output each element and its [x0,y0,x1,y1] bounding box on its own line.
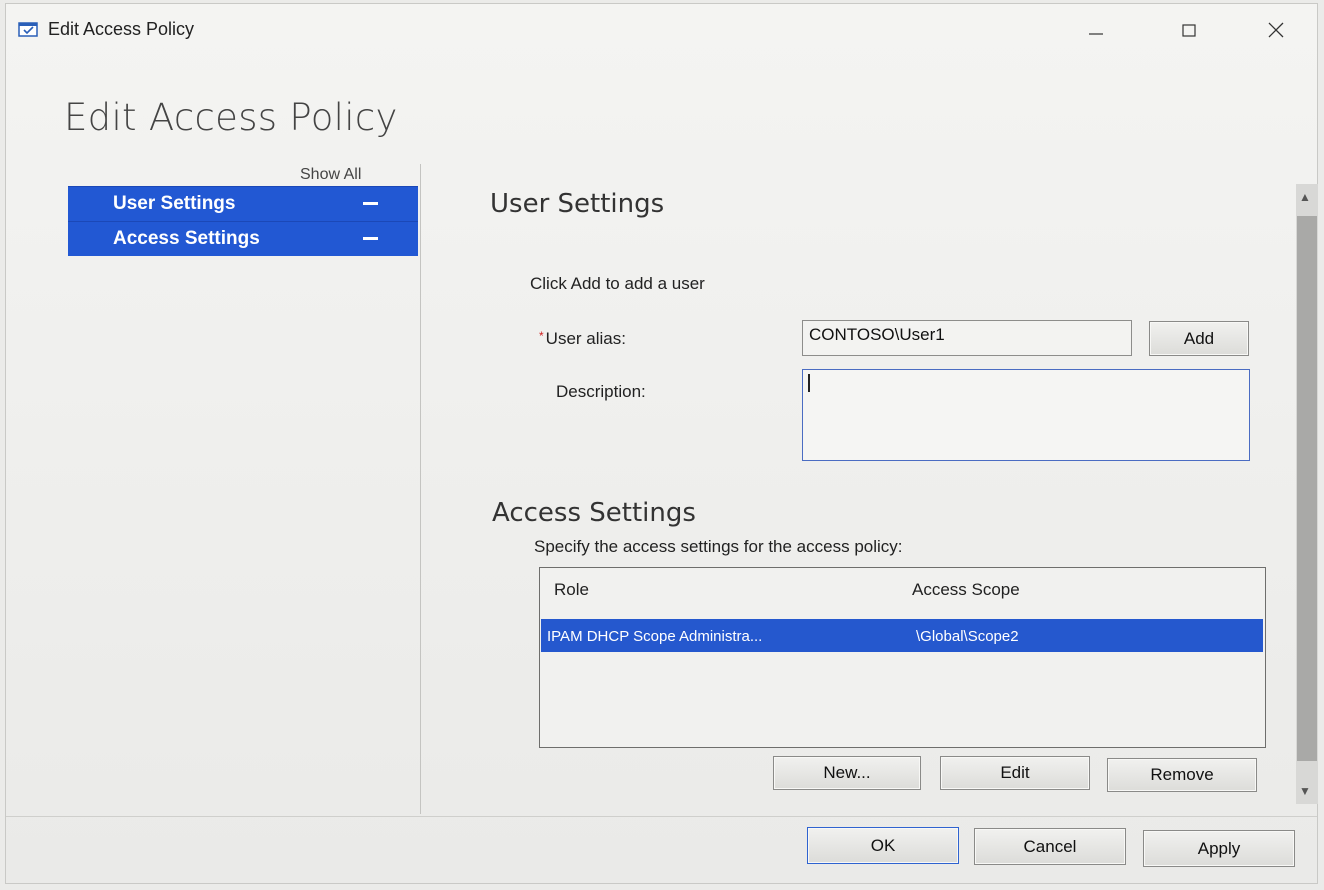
maximize-icon [1181,22,1197,38]
apply-button[interactable]: Apply [1143,830,1295,867]
new-button[interactable]: New... [773,756,921,790]
page-heading: Edit Access Policy [64,96,398,139]
column-header-role[interactable]: Role [554,580,589,600]
description-field[interactable] [802,369,1250,461]
required-marker: * [539,329,544,343]
window-title: Edit Access Policy [48,19,195,39]
nav-item-label: Access Settings [113,228,260,249]
policy-window-icon [18,20,40,38]
footer-separator [6,816,1317,817]
minimize-icon [1088,22,1104,38]
access-table: Role Access Scope IPAM DHCP Scope Admini… [539,567,1266,748]
access-settings-title: Access Settings [492,498,696,528]
close-button[interactable] [1254,10,1298,50]
user-settings-title: User Settings [490,189,665,219]
close-icon [1267,21,1285,39]
scroll-up-icon[interactable]: ▲ [1299,190,1311,204]
remove-button[interactable]: Remove [1107,758,1257,792]
scroll-down-icon[interactable]: ▼ [1299,784,1311,798]
collapse-icon[interactable] [363,202,378,205]
nav-item-access-settings[interactable]: Access Settings [68,221,418,256]
table-row[interactable]: IPAM DHCP Scope Administra... \Global\Sc… [541,619,1263,652]
settings-nav: User Settings Access Settings [68,186,418,256]
cancel-button[interactable]: Cancel [974,828,1126,865]
scope-cell: \Global\Scope2 [916,628,1019,645]
ok-button[interactable]: OK [807,827,959,864]
text-caret [808,374,810,392]
maximize-button[interactable] [1167,10,1211,50]
role-cell: IPAM DHCP Scope Administra... [547,628,763,645]
add-user-button[interactable]: Add [1149,321,1249,356]
edit-access-policy-window: Edit Access Policy Edit Access Policy Sh… [5,3,1318,884]
user-alias-label: * User alias: [539,329,626,348]
user-alias-input[interactable]: CONTOSO\User1 [802,320,1132,356]
minimize-button[interactable] [1074,10,1118,50]
description-label: Description: [556,382,646,401]
title-bar: Edit Access Policy [6,4,1317,54]
nav-divider [420,164,421,814]
show-all-link[interactable]: Show All [300,166,361,184]
access-instruction: Specify the access settings for the acce… [534,537,903,556]
nav-item-label: User Settings [113,193,236,214]
nav-item-user-settings[interactable]: User Settings [68,186,418,221]
user-instruction: Click Add to add a user [530,274,705,293]
scrollbar-thumb[interactable] [1297,216,1317,761]
collapse-icon[interactable] [363,237,378,240]
column-header-access-scope[interactable]: Access Scope [912,580,1020,600]
user-alias-value: CONTOSO\User1 [809,325,945,344]
edit-button[interactable]: Edit [940,756,1090,790]
